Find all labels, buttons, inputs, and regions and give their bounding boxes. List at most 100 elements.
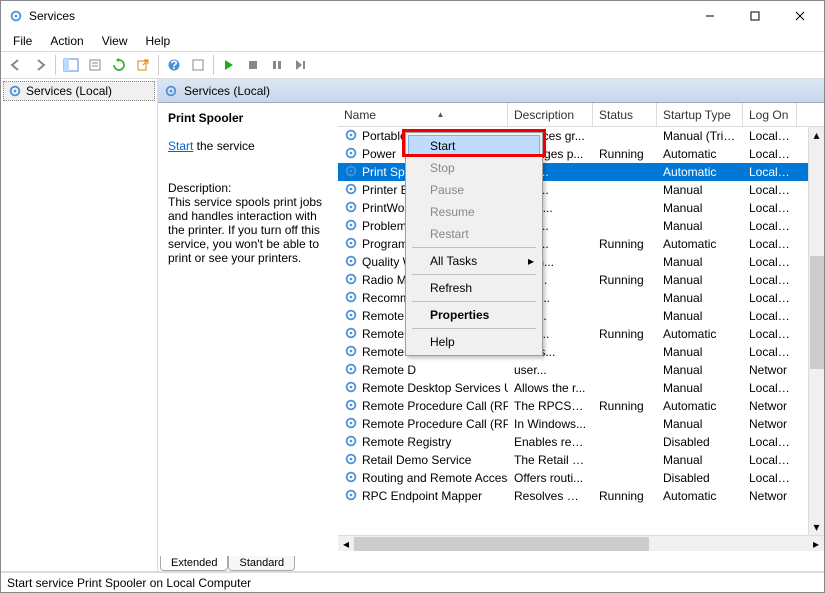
pause-icon[interactable] [266, 54, 288, 76]
tree-panel: Services (Local) [1, 79, 158, 571]
col-logon[interactable]: Log On [743, 103, 797, 126]
context-menu: Start Stop Pause Resume Restart All Task… [405, 132, 543, 356]
help-icon[interactable]: ? [163, 54, 185, 76]
cell-startup: Automatic [657, 237, 743, 251]
service-row[interactable]: RPC Endpoint MapperResolves RP...Running… [338, 487, 824, 505]
ctx-start[interactable]: Start [408, 135, 540, 157]
cell-name: Power [362, 147, 396, 161]
cell-desc: Enables rem... [508, 435, 593, 449]
vertical-scrollbar[interactable]: ▴ ▾ [808, 127, 824, 535]
start-link[interactable]: Start [168, 139, 193, 153]
cell-logon: Local Se [743, 435, 797, 449]
scroll-right-icon[interactable]: ▸ [808, 536, 824, 552]
ctx-help[interactable]: Help [408, 331, 540, 353]
minimize-button[interactable] [687, 2, 732, 30]
cell-logon: Local Sy [743, 201, 797, 215]
cell-name: Routing and Remote Access [362, 471, 508, 485]
service-row[interactable]: Routing and Remote AccessOffers routi...… [338, 469, 824, 487]
gear-icon [344, 254, 358, 271]
forward-icon[interactable] [29, 54, 51, 76]
cell-startup: Automatic [657, 327, 743, 341]
horizontal-scrollbar[interactable]: ◂ ▸ [338, 535, 824, 551]
help2-icon[interactable] [187, 54, 209, 76]
v-thumb[interactable] [810, 256, 824, 369]
ctx-pause: Pause [408, 179, 540, 201]
cell-startup: Manual [657, 417, 743, 431]
scroll-up-icon[interactable]: ▴ [809, 127, 824, 143]
window-title: Services [29, 9, 687, 23]
cell-logon: Local Sy [743, 471, 797, 485]
col-status[interactable]: Status [593, 103, 657, 126]
cell-logon: Networ [743, 489, 797, 503]
gear-icon [344, 272, 358, 289]
cell-logon: Networ [743, 363, 797, 377]
gear-icon [344, 344, 358, 361]
cell-name: Retail Demo Service [362, 453, 471, 467]
gear-icon [344, 164, 358, 181]
cell-startup: Manual [657, 363, 743, 377]
service-row[interactable]: Remote RegistryEnables rem...DisabledLoc… [338, 433, 824, 451]
service-row[interactable]: Remote Procedure Call (RP...In Windows..… [338, 415, 824, 433]
cell-startup: Manual [657, 255, 743, 269]
service-row[interactable]: Retail Demo ServiceThe Retail D...Manual… [338, 451, 824, 469]
cell-desc: The Retail D... [508, 453, 593, 467]
gear-icon [344, 128, 358, 145]
gear-icon [164, 84, 178, 98]
gear-icon [344, 236, 358, 253]
close-button[interactable] [777, 2, 822, 30]
col-startup[interactable]: Startup Type [657, 103, 743, 126]
titlebar: Services [1, 1, 824, 31]
ctx-resume: Resume [408, 201, 540, 223]
restart-icon[interactable] [290, 54, 312, 76]
cell-name: RPC Endpoint Mapper [362, 489, 482, 503]
ctx-properties[interactable]: Properties [408, 304, 540, 326]
gear-icon [344, 398, 358, 415]
tab-standard[interactable]: Standard [228, 556, 295, 571]
scroll-down-icon[interactable]: ▾ [809, 519, 824, 535]
menu-help[interactable]: Help [138, 32, 179, 50]
maximize-button[interactable] [732, 2, 777, 30]
stop-icon[interactable] [242, 54, 264, 76]
cell-startup: Manual [657, 273, 743, 287]
col-description[interactable]: Description [508, 103, 593, 126]
services-window: Services File Action View Help ? [0, 0, 825, 593]
gear-icon [344, 290, 358, 307]
service-row[interactable]: Remote Desktop Services U...Allows the r… [338, 379, 824, 397]
cell-startup: Automatic [657, 165, 743, 179]
selected-service-name: Print Spooler [168, 111, 328, 125]
menu-file[interactable]: File [5, 32, 40, 50]
gear-icon [344, 182, 358, 199]
properties-icon[interactable] [84, 54, 106, 76]
tree-node-services-local[interactable]: Services (Local) [3, 81, 155, 101]
col-name[interactable]: Name▲ [338, 103, 508, 126]
menu-view[interactable]: View [94, 32, 136, 50]
gear-icon [344, 308, 358, 325]
cell-name: Remote D [362, 363, 416, 377]
gear-icon [344, 452, 358, 469]
cell-name: Remote Registry [362, 435, 451, 449]
cell-desc: In Windows... [508, 417, 593, 431]
cell-startup: Disabled [657, 471, 743, 485]
menu-action[interactable]: Action [42, 32, 91, 50]
start-icon[interactable] [218, 54, 240, 76]
cell-logon: Local Sy [743, 237, 797, 251]
back-icon[interactable] [5, 54, 27, 76]
ctx-refresh[interactable]: Refresh [408, 277, 540, 299]
export-icon[interactable] [132, 54, 154, 76]
show-hide-tree-icon[interactable] [60, 54, 82, 76]
tab-extended[interactable]: Extended [160, 556, 228, 571]
status-text: Start service Print Spooler on Local Com… [7, 576, 251, 590]
ctx-alltasks[interactable]: All Tasks▸ [408, 250, 540, 272]
h-thumb[interactable] [354, 537, 649, 551]
tree-node-label: Services (Local) [26, 84, 112, 98]
cell-startup: Manual [657, 345, 743, 359]
service-row[interactable]: Remote Duser...ManualNetwor [338, 361, 824, 379]
cell-startup: Automatic [657, 489, 743, 503]
service-row[interactable]: Remote Procedure Call (RPC)The RPCSS s..… [338, 397, 824, 415]
menubar: File Action View Help [1, 31, 824, 51]
refresh-icon[interactable] [108, 54, 130, 76]
cell-desc: Allows the r... [508, 381, 593, 395]
scroll-left-icon[interactable]: ◂ [338, 536, 354, 552]
statusbar: Start service Print Spooler on Local Com… [1, 572, 824, 592]
cell-startup: Automatic [657, 399, 743, 413]
